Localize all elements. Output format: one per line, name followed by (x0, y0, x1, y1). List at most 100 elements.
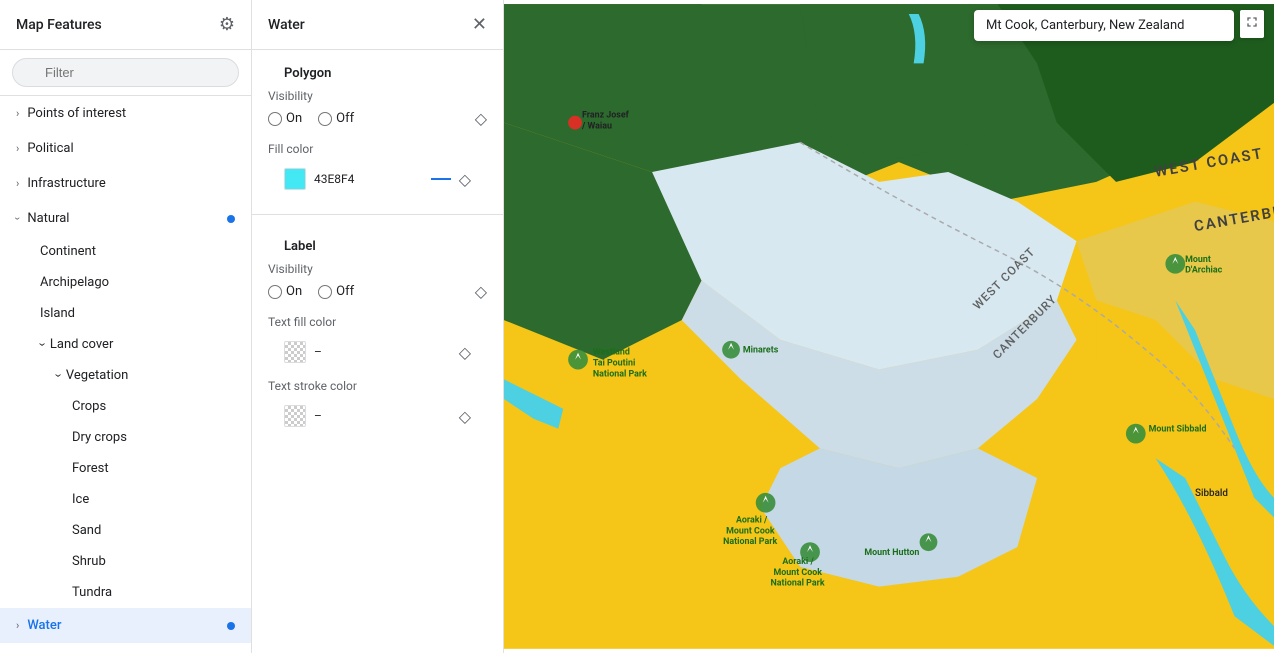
chevron-down-icon: › (34, 343, 49, 347)
sidebar-item-island[interactable]: Island (0, 298, 251, 329)
text-fill-value: – (314, 345, 322, 359)
sidebar-item-sand[interactable]: Sand (0, 515, 251, 546)
polygon-section-label: Polygon (268, 50, 487, 89)
svg-text:Tai Poutini: Tai Poutini (593, 358, 635, 368)
visibility-on-input[interactable] (268, 112, 282, 126)
svg-text:Sibbald: Sibbald (1195, 488, 1228, 499)
sidebar-item-ice[interactable]: Ice (0, 484, 251, 515)
filter-bar: ⊟ (0, 50, 251, 96)
chevron-right-icon: › (16, 107, 19, 120)
svg-text:Mount Hutton: Mount Hutton (864, 548, 919, 558)
sidebar-item-land-cover[interactable]: › Land cover (0, 329, 251, 360)
fill-color-label: Fill color (268, 134, 487, 156)
sidebar-item-label: Ice (72, 492, 89, 507)
label-visibility-on-input[interactable] (268, 285, 282, 299)
text-stroke-value: – (314, 409, 322, 423)
section-divider (252, 214, 503, 215)
sidebar-item-water[interactable]: › Water (0, 608, 251, 643)
search-box[interactable]: Mt Cook, Canterbury, New Zealand (974, 10, 1234, 41)
expand-button[interactable] (1240, 10, 1264, 38)
diamond-icon[interactable]: ◇ (459, 170, 471, 189)
sidebar-item-label: Tundra (72, 585, 112, 600)
sidebar-item-continent[interactable]: Continent (0, 236, 251, 267)
sidebar-item-label: Vegetation (66, 368, 128, 383)
sidebar-item-forest[interactable]: Forest (0, 453, 251, 484)
gear-icon[interactable]: ⚙ (219, 14, 235, 35)
svg-text:/ Waiau: / Waiau (581, 122, 612, 132)
radio-group-label-visibility: On Off (268, 280, 354, 303)
sidebar-item-points-of-interest[interactable]: › Points of interest (0, 96, 251, 131)
fill-color-swatch[interactable] (284, 168, 306, 190)
chevron-right-icon: › (16, 177, 19, 190)
diamond-icon[interactable]: ◇ (475, 109, 487, 128)
sidebar-item-crops[interactable]: Crops (0, 391, 251, 422)
filter-input[interactable] (12, 58, 239, 87)
visibility-off-input[interactable] (318, 112, 332, 126)
sidebar-item-label: Forest (72, 461, 109, 476)
sidebar-item-infrastructure[interactable]: › Infrastructure (0, 166, 251, 201)
svg-text:National Park: National Park (771, 579, 825, 589)
close-button[interactable]: ✕ (472, 14, 487, 35)
map-svg: Westland Tai Poutini National Park Minar… (504, 0, 1274, 653)
off-label: Off (336, 111, 354, 126)
svg-text:Mount: Mount (1185, 255, 1211, 265)
text-fill-color-row: – ◇ (268, 333, 487, 371)
fill-color-line (431, 178, 451, 180)
chevron-down-icon: › (11, 217, 24, 220)
sidebar-item-dry-crops[interactable]: Dry crops (0, 422, 251, 453)
sidebar-item-label: Crops (72, 399, 106, 414)
sidebar-item-political[interactable]: › Political (0, 131, 251, 166)
text-fill-label: Text fill color (268, 307, 487, 329)
text-stroke-label: Text stroke color (268, 371, 487, 393)
sidebar-item-label: Infrastructure (27, 176, 105, 191)
middle-panel-header: Water ✕ (252, 0, 503, 50)
polygon-section: Polygon Visibility On Off ◇ Fill color (252, 50, 503, 206)
label-visibility-off-radio[interactable]: Off (318, 284, 354, 299)
sidebar-item-label: Water (27, 618, 61, 633)
modified-dot (227, 622, 235, 630)
sidebar-item-background[interactable]: Background (0, 643, 251, 653)
svg-text:Mount Cook: Mount Cook (726, 526, 775, 536)
svg-text:Westland: Westland (593, 348, 630, 358)
diamond-icon[interactable]: ◇ (459, 343, 471, 362)
text-stroke-swatch[interactable] (284, 405, 306, 427)
radio-group-polygon-visibility: On Off (268, 107, 354, 130)
diamond-icon[interactable]: ◇ (459, 407, 471, 426)
sidebar-item-label: Island (40, 306, 75, 321)
label-section: Label Visibility On Off ◇ Text fill colo… (252, 223, 503, 443)
sidebar-item-label: Natural (27, 211, 69, 226)
visibility-on-radio[interactable]: On (268, 111, 302, 126)
visibility-label: Visibility (268, 89, 487, 103)
sidebar-item-vegetation[interactable]: › Vegetation (0, 360, 251, 391)
label-visibility-label: Visibility (268, 262, 487, 276)
label-visibility-control: On Off ◇ (268, 280, 487, 303)
map-area[interactable]: Westland Tai Poutini National Park Minar… (504, 0, 1274, 653)
chevron-down-icon: › (50, 374, 65, 378)
label-section-label: Label (268, 223, 487, 262)
text-fill-swatch[interactable] (284, 341, 306, 363)
sidebar-item-label: Shrub (72, 554, 106, 569)
sidebar-item-tundra[interactable]: Tundra (0, 577, 251, 608)
sidebar-title: Map Features (16, 17, 102, 33)
svg-text:Mount Sibbald: Mount Sibbald (1149, 425, 1207, 435)
svg-text:Aoraki /: Aoraki / (736, 515, 768, 525)
sidebar-item-label: Continent (40, 244, 96, 259)
svg-text:Franz Josef: Franz Josef (582, 111, 630, 121)
visibility-off-radio[interactable]: Off (318, 111, 354, 126)
sidebar-item-label: Land cover (50, 337, 113, 352)
label-visibility-off-input[interactable] (318, 285, 332, 299)
svg-text:Mount Cook: Mount Cook (774, 568, 823, 578)
svg-text:National Park: National Park (723, 537, 777, 547)
fill-color-row: 43E8F4 ◇ (268, 160, 487, 198)
svg-text:Aoraki /: Aoraki / (782, 557, 814, 567)
sidebar-item-natural[interactable]: › Natural (0, 201, 251, 236)
text-stroke-color-row: – ◇ (268, 397, 487, 435)
sidebar-item-label: Political (27, 141, 73, 156)
chevron-right-icon: › (16, 619, 19, 632)
chevron-right-icon: › (16, 142, 19, 155)
off-label: Off (336, 284, 354, 299)
sidebar-item-shrub[interactable]: Shrub (0, 546, 251, 577)
label-visibility-on-radio[interactable]: On (268, 284, 302, 299)
diamond-icon[interactable]: ◇ (475, 282, 487, 301)
sidebar-item-archipelago[interactable]: Archipelago (0, 267, 251, 298)
